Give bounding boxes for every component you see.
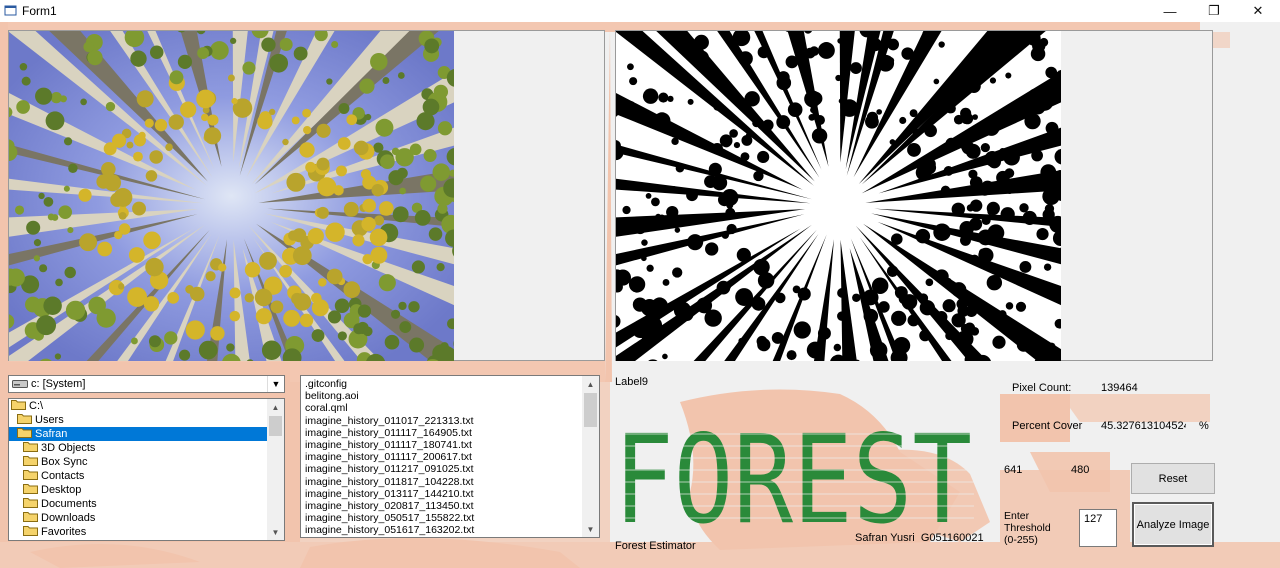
minimize-button[interactable]: —	[1148, 0, 1192, 22]
title-bar: Form1 — ❐ ✕	[0, 0, 1280, 22]
file-item[interactable]: imagine_history_013117_144210.txt	[305, 488, 474, 500]
file-item[interactable]: imagine_history_011217_091025.txt	[305, 463, 474, 475]
author-label: Safran Yusri G051160021	[855, 532, 984, 544]
directory-item-label: Downloads	[41, 512, 96, 524]
directory-item-label: Contacts	[41, 470, 85, 482]
image-height-value: 480	[1071, 464, 1090, 476]
dropdown-arrow-icon[interactable]: ▼	[267, 376, 284, 392]
drive-icon	[12, 380, 28, 388]
directory-item-label: Box Sync	[41, 456, 88, 468]
close-button[interactable]: ✕	[1236, 0, 1280, 22]
folder-icon	[23, 512, 38, 522]
threshold-label: Enter Threshold (0-255)	[1004, 510, 1051, 546]
threshold-image-box	[615, 30, 1213, 361]
image-width-value: 641	[1004, 464, 1023, 476]
original-image-box	[8, 30, 605, 361]
file-item[interactable]: imagine_history_051617_163202.txt	[305, 524, 474, 536]
open-folder-icon	[11, 400, 26, 410]
scroll-thumb[interactable]	[269, 416, 282, 436]
percent-sign: %	[1199, 420, 1209, 432]
file-item[interactable]: belitong.aoi	[305, 390, 359, 402]
file-item[interactable]: coral.qml	[305, 402, 348, 414]
window-title: Form1	[22, 4, 57, 18]
directory-item-label: Documents	[41, 498, 97, 510]
scroll-down-icon[interactable]: ▼	[582, 521, 599, 537]
directory-item[interactable]: Downloads	[9, 511, 268, 525]
folder-icon	[23, 526, 38, 536]
forest-estimator-label: Forest Estimator	[615, 540, 696, 552]
pixel-count-label: Pixel Count:	[1012, 382, 1072, 394]
reset-button[interactable]: Reset	[1131, 463, 1215, 494]
file-list[interactable]: .gitconfig belitong.aoi coral.qml imagine_h…	[300, 375, 600, 538]
forest-canopy-photo	[9, 31, 454, 361]
app-window: Form1 — ❐ ✕ c: [System] ▼ C:\ Users Safr…	[0, 0, 1280, 568]
open-folder-icon	[17, 428, 32, 438]
file-scrollbar[interactable]: ▲ ▼	[582, 376, 599, 537]
file-item[interactable]: imagine_history_011117_164905.txt	[305, 427, 472, 439]
minimize-icon: —	[1163, 3, 1177, 19]
directory-item-label: 3D Objects	[41, 442, 96, 454]
percent-cover-value: 45.327613104524;	[1101, 420, 1186, 432]
percent-cover-label: Percent Cover	[1012, 420, 1083, 432]
binary-threshold-image	[616, 31, 1061, 361]
file-item[interactable]: imagine_history_020817_113450.txt	[305, 500, 474, 512]
scroll-down-icon[interactable]: ▼	[267, 524, 284, 540]
folder-icon	[23, 484, 38, 494]
maximize-button[interactable]: ❐	[1192, 0, 1236, 22]
directory-item-label: Safran	[35, 428, 68, 440]
folder-icon	[23, 456, 38, 466]
directory-list[interactable]: C:\ Users Safran 3D Objects Box Sync Contacts…	[8, 398, 285, 541]
directory-item-label: C:\	[29, 400, 44, 412]
directory-item[interactable]: Users	[9, 413, 268, 427]
file-item[interactable]: imagine_history_011117_180741.txt	[305, 439, 472, 451]
label9: Label9	[615, 376, 649, 388]
directory-item[interactable]: Favorites	[9, 525, 268, 539]
directory-item[interactable]: Desktop	[9, 483, 268, 497]
directory-item[interactable]: C:\	[9, 399, 268, 413]
restore-icon: ❐	[1208, 3, 1220, 18]
directory-item[interactable]: Documents	[9, 497, 268, 511]
threshold-input[interactable]: 127	[1079, 509, 1117, 547]
directory-item-label: Users	[35, 414, 64, 426]
directory-item[interactable]: 3D Objects	[9, 441, 268, 455]
directory-scrollbar[interactable]: ▲ ▼	[267, 399, 284, 540]
pixel-count-value: 139464	[1101, 382, 1138, 394]
app-icon	[4, 5, 17, 16]
directory-item-label: Desktop	[41, 484, 82, 496]
open-folder-icon	[17, 414, 32, 424]
directory-item[interactable]: Safran	[9, 427, 268, 441]
file-item[interactable]: imagine_history_050517_155822.txt	[305, 512, 474, 524]
close-icon: ✕	[1252, 3, 1264, 18]
folder-icon	[23, 470, 38, 480]
analyze-image-button[interactable]: Analyze Image	[1132, 502, 1214, 547]
scroll-thumb[interactable]	[584, 393, 597, 427]
drive-value: c: [System]	[31, 378, 86, 390]
file-item[interactable]: imagine_history_011817_104228.txt	[305, 476, 474, 488]
folder-icon	[23, 498, 38, 508]
scroll-up-icon[interactable]: ▲	[582, 376, 599, 392]
scroll-up-icon[interactable]: ▲	[267, 399, 284, 415]
directory-item[interactable]: Contacts	[9, 469, 268, 483]
directory-item-label: Favorites	[41, 526, 87, 538]
drive-combo[interactable]: c: [System] ▼	[8, 375, 285, 393]
file-item[interactable]: imagine_history_011017_221313.txt	[305, 415, 474, 427]
file-item[interactable]: imagine_history_011117_200617.txt	[305, 451, 472, 463]
folder-icon	[23, 442, 38, 452]
file-item[interactable]: .gitconfig	[305, 378, 347, 390]
forest-logo-text: FOREST	[614, 422, 972, 530]
directory-item[interactable]: Box Sync	[9, 455, 268, 469]
forest-logo: FOREST	[614, 422, 974, 530]
